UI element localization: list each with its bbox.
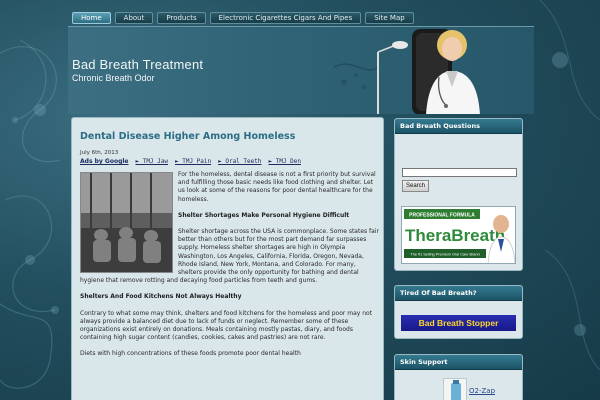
post-date: July 6th, 2013	[80, 150, 119, 156]
main-content: Dental Disease Higher Among Homeless Jul…	[71, 117, 384, 400]
ad-brand-text: TheraBreath	[405, 226, 505, 245]
post-heading-food-kitchens: Shelters And Food Kitchens Not Always He…	[80, 293, 242, 301]
widget-title: Skin Support	[395, 355, 522, 370]
site-header: Bad Breath Treatment Chronic Breath Odor	[68, 26, 534, 114]
o2zap-link[interactable]: O2-Zap	[469, 387, 495, 395]
post-paragraph: Diets with high concentrations of these …	[80, 350, 301, 358]
widget-title: Bad Breath Questions	[395, 119, 522, 134]
o2zap-product-icon[interactable]	[443, 378, 467, 400]
widget-title: Tired Of Bad Breath?	[395, 286, 522, 301]
nav-products[interactable]: Products	[157, 12, 206, 24]
ads-row: Ads by Google ► TMJ Jaw ► TMJ Pain ► Ora…	[80, 158, 301, 165]
ad-link-tmj-jaw[interactable]: ► TMJ Jaw	[135, 158, 168, 165]
nav-electronic-cigarettes[interactable]: Electronic Cigarettes Cigars And Pipes	[209, 12, 362, 24]
ad-sub-text: The #1 Selling Premium Oral Care Brand	[410, 253, 479, 257]
ad-top-text: PROFESSIONAL FORMULA	[409, 213, 475, 219]
post-paragraph: Contrary to what some may think, shelter…	[80, 309, 373, 342]
widget-bad-breath-questions: Bad Breath Questions Search PROFESSIONAL…	[394, 118, 523, 271]
widget-skin-support: Skin Support O2-Zap	[394, 354, 523, 400]
post-title[interactable]: Dental Disease Higher Among Homeless	[80, 131, 295, 142]
therabreath-ad-banner[interactable]: PROFESSIONAL FORMULA TheraBreath The #1 …	[401, 206, 516, 264]
top-navigation: Home About Products Electronic Cigarette…	[72, 12, 414, 26]
ads-by-google-link[interactable]: Ads by Google	[80, 158, 128, 165]
search-input[interactable]	[402, 168, 517, 177]
bad-breath-stopper-banner[interactable]: Bad Breath Stopper	[401, 315, 516, 331]
site-tagline: Chronic Breath Odor	[72, 73, 155, 83]
nav-home[interactable]: Home	[72, 12, 111, 24]
ad-link-oral-teeth[interactable]: ► Oral Teeth	[218, 158, 261, 165]
post-body: For the homeless, dental disease is not …	[80, 171, 379, 367]
ad-link-tmj-pain[interactable]: ► TMJ Pain	[175, 158, 211, 165]
search-button[interactable]: Search	[402, 180, 430, 192]
nav-about[interactable]: About	[114, 12, 154, 24]
nav-site-map[interactable]: Site Map	[365, 12, 414, 24]
site-title[interactable]: Bad Breath Treatment	[72, 57, 203, 72]
ad-link-tmj-den[interactable]: ► TMJ Den	[268, 158, 301, 165]
widget-tired-of-bad-breath: Tired Of Bad Breath? Bad Breath Stopper	[394, 285, 523, 339]
doctor-header-illustration	[334, 29, 480, 114]
